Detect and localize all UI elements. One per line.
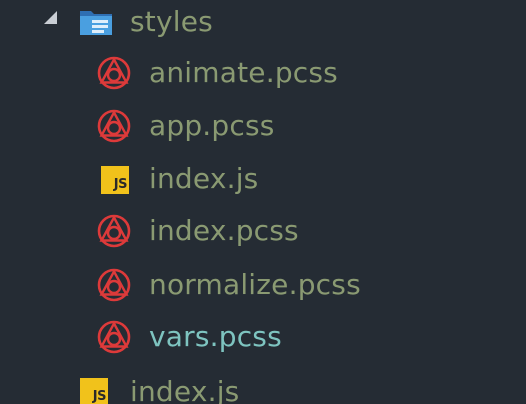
file-label: index.pcss [149,214,299,247]
file-explorer-tree: styles animate.pcss app.pcss JS index.js… [0,0,526,404]
file-label: app.pcss [149,109,275,142]
file-label: index.js [130,375,240,404]
expanded-arrow-icon[interactable] [44,11,57,24]
js-icon: JS [80,378,108,404]
folder-row-styles[interactable]: styles [0,0,526,48]
file-label: index.js [149,162,259,195]
folder-icon [80,11,112,35]
file-row-vars-pcss[interactable]: vars.pcss [0,311,526,363]
postcss-icon [97,268,131,302]
file-row-animate-pcss[interactable]: animate.pcss [0,47,526,99]
folder-label: styles [130,5,213,38]
file-row-sibling-index-js[interactable]: JS index.js [0,364,526,404]
js-icon: JS [101,166,129,194]
file-label-selected: vars.pcss [149,320,282,353]
file-label: animate.pcss [149,56,338,89]
postcss-icon [97,109,131,143]
file-label: normalize.pcss [149,268,361,301]
postcss-icon [97,56,131,90]
file-row-index-pcss[interactable]: index.pcss [0,205,526,257]
postcss-icon [97,320,131,354]
file-row-app-pcss[interactable]: app.pcss [0,100,526,152]
file-row-normalize-pcss[interactable]: normalize.pcss [0,259,526,311]
postcss-icon [97,214,131,248]
file-row-index-js[interactable]: JS index.js [0,153,526,205]
